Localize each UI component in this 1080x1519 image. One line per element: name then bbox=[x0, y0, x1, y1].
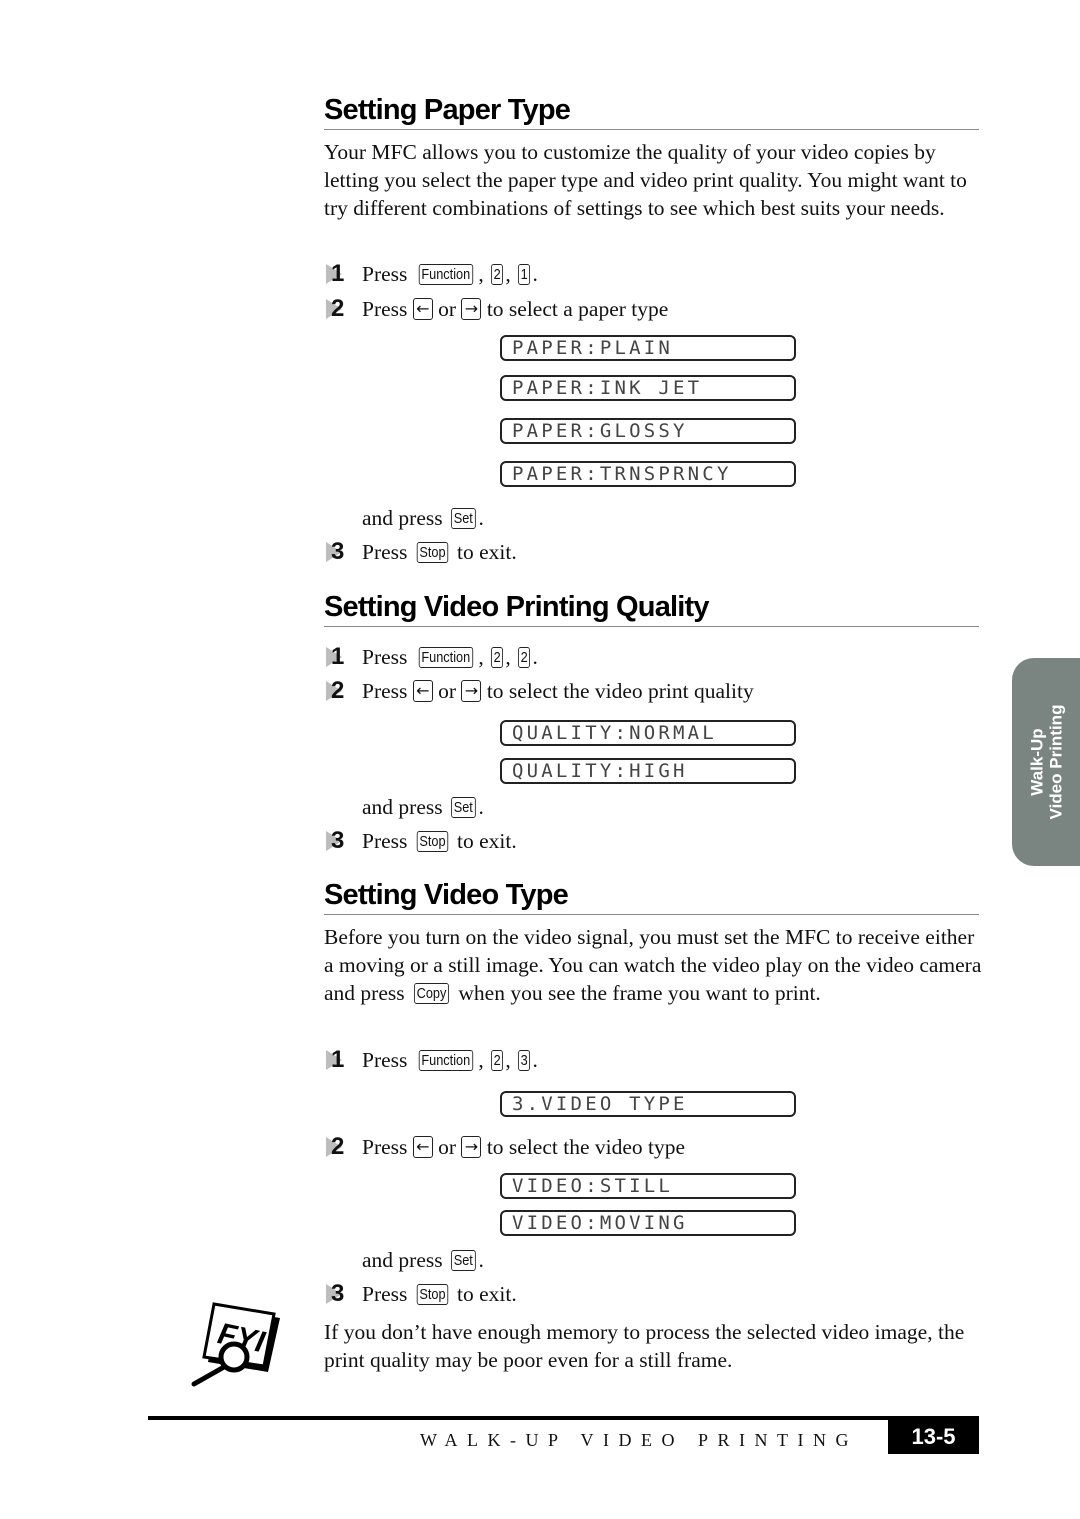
key-2: 2 bbox=[491, 646, 504, 668]
stop-key: Stop bbox=[416, 1283, 448, 1305]
left-arrow-key-icon: ← bbox=[412, 1136, 433, 1158]
lcd-display: 3.VIDEO TYPE bbox=[500, 1091, 796, 1117]
set-key: Set bbox=[451, 1250, 476, 1271]
fyi-magnifier-icon: FYI bbox=[188, 1302, 284, 1388]
lcd-display: PAPER:TRNSPRNCY bbox=[500, 461, 796, 487]
set-key: Set bbox=[451, 508, 476, 529]
video-step-3: 3 Press Stop to exit. bbox=[326, 1281, 517, 1307]
paper-type-intro: Your MFC allows you to customize the qua… bbox=[324, 140, 967, 220]
key-2: 2 bbox=[491, 263, 504, 285]
step-number-icon: 3 bbox=[326, 539, 362, 565]
footer-chapter-title: WALK-UP VIDEO PRINTING bbox=[420, 1430, 858, 1450]
stop-key: Stop bbox=[416, 830, 448, 852]
video-type-intro: Before you turn on the video signal, you… bbox=[324, 925, 982, 1005]
quality-step-3: 3 Press Stop to exit. bbox=[326, 828, 517, 854]
lcd-display: PAPER:PLAIN bbox=[500, 335, 796, 361]
step-number-icon: 1 bbox=[326, 1047, 362, 1073]
lcd-display: QUALITY:HIGH bbox=[500, 758, 796, 784]
quality-step-2: 2 Press ← or → to select the video print… bbox=[326, 678, 754, 704]
key-3: 3 bbox=[518, 1049, 531, 1071]
stop-key: Stop bbox=[416, 541, 448, 563]
video-step-1: 1 Press Function, 2, 3. bbox=[326, 1047, 538, 1073]
step-number-icon: 1 bbox=[326, 261, 362, 287]
right-arrow-key-icon: → bbox=[461, 298, 482, 320]
function-key: Function bbox=[418, 646, 473, 668]
right-arrow-key-icon: → bbox=[461, 680, 482, 702]
paper-step-3: 3 Press Stop to exit. bbox=[326, 539, 517, 565]
lcd-display: QUALITY:NORMAL bbox=[500, 720, 796, 746]
section-title-video-type: Setting Video Type bbox=[324, 878, 979, 915]
key-2: 2 bbox=[491, 1049, 504, 1071]
lcd-display: PAPER:INK JET bbox=[500, 375, 796, 401]
section-title-print-quality: Setting Video Printing Quality bbox=[324, 590, 979, 627]
and-press-set: and press Set. bbox=[362, 506, 484, 530]
key-2: 2 bbox=[518, 646, 531, 668]
fyi-note: If you don’t have enough memory to proce… bbox=[324, 1320, 965, 1372]
function-key: Function bbox=[418, 1049, 473, 1071]
left-arrow-key-icon: ← bbox=[412, 298, 433, 320]
step-number-icon: 2 bbox=[326, 678, 362, 704]
paper-step-2: 2 Press ← or → to select a paper type bbox=[326, 296, 668, 322]
and-press-set: and press Set. bbox=[362, 795, 484, 819]
step-number-icon: 2 bbox=[326, 1134, 362, 1160]
step-number-icon: 1 bbox=[326, 644, 362, 670]
step-number-icon: 2 bbox=[326, 296, 362, 322]
page-number: 13-5 bbox=[888, 1420, 979, 1454]
chapter-side-tab-label: Walk-Up Video Printing bbox=[1027, 704, 1066, 820]
paper-step-1: 1 Press Function, 2, 1. bbox=[326, 261, 538, 287]
function-key: Function bbox=[418, 263, 473, 285]
left-arrow-key-icon: ← bbox=[412, 680, 433, 702]
step-number-icon: 3 bbox=[326, 1281, 362, 1307]
section-title-paper-type: Setting Paper Type bbox=[324, 93, 979, 130]
lcd-display: VIDEO:STILL bbox=[500, 1173, 796, 1199]
quality-step-1: 1 Press Function, 2, 2. bbox=[326, 644, 538, 670]
copy-key: Copy bbox=[414, 983, 449, 1004]
video-step-2: 2 Press ← or → to select the video type bbox=[326, 1134, 685, 1160]
step-number-icon: 3 bbox=[326, 828, 362, 854]
footer-rule bbox=[148, 1416, 979, 1420]
set-key: Set bbox=[451, 797, 476, 818]
and-press-set: and press Set. bbox=[362, 1248, 484, 1272]
lcd-display: PAPER:GLOSSY bbox=[500, 418, 796, 444]
key-1: 1 bbox=[518, 263, 531, 285]
lcd-display: VIDEO:MOVING bbox=[500, 1210, 796, 1236]
right-arrow-key-icon: → bbox=[461, 1136, 482, 1158]
